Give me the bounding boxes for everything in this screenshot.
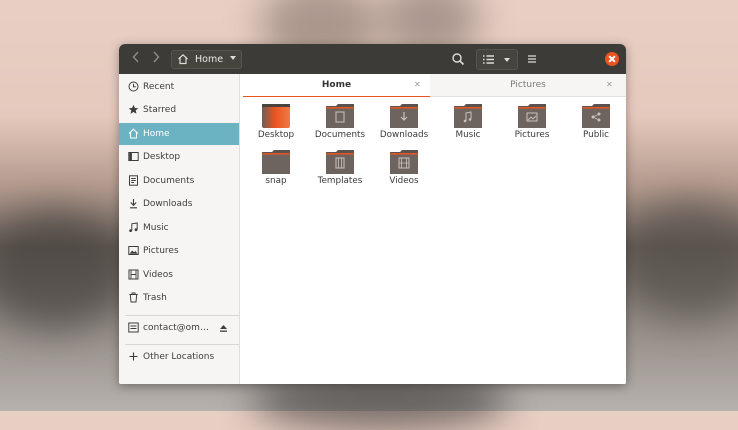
- file-item-desktop[interactable]: Desktop: [245, 102, 307, 148]
- star-icon: [128, 104, 139, 114]
- sidebar-item-starred[interactable]: Starred: [119, 99, 239, 121]
- sidebar-item-label: Music: [143, 223, 169, 233]
- file-label: Downloads: [379, 130, 429, 140]
- wallpaper-shape: [620, 200, 738, 320]
- view-toggle-button[interactable]: [476, 49, 518, 70]
- clock-icon: [128, 81, 139, 92]
- menu-icon[interactable]: [525, 52, 539, 66]
- tab-label: Home: [321, 80, 352, 90]
- file-item-templates[interactable]: Templates: [309, 148, 371, 194]
- sidebar-item-label: Desktop: [143, 152, 181, 162]
- account-icon: [128, 322, 139, 333]
- trash-icon: [129, 292, 138, 303]
- tab-pictures[interactable]: Pictures ✕: [430, 74, 626, 96]
- close-button[interactable]: [605, 52, 619, 66]
- sidebar-item-downloads[interactable]: Downloads: [119, 193, 239, 215]
- sidebar-item-account[interactable]: contact@om…: [119, 317, 239, 339]
- list-view-icon: [483, 55, 494, 64]
- file-item-music[interactable]: Music: [437, 102, 499, 148]
- home-icon: [128, 128, 139, 139]
- file-label: Music: [455, 130, 481, 140]
- sidebar-item-desktop[interactable]: Desktop: [119, 146, 239, 168]
- sidebar-item-label: Recent: [143, 82, 175, 92]
- sidebar-item-recent[interactable]: Recent: [119, 76, 239, 98]
- back-button[interactable]: [127, 51, 145, 67]
- music-folder-icon: [454, 104, 482, 128]
- forward-button[interactable]: [147, 51, 165, 67]
- picture-icon: [128, 246, 139, 255]
- file-label: Templates: [317, 176, 363, 186]
- path-bar-home[interactable]: Home: [171, 50, 242, 69]
- eject-icon[interactable]: [219, 324, 228, 333]
- sidebar-item-music[interactable]: Music: [119, 217, 239, 239]
- close-icon[interactable]: ✕: [606, 74, 613, 96]
- sidebar-item-label: Other Locations: [143, 352, 215, 362]
- file-item-pictures[interactable]: Pictures: [501, 102, 563, 148]
- sidebar-item-label: Home: [143, 129, 170, 139]
- sidebar-item-label: Videos: [143, 270, 173, 280]
- chevron-left-icon: [132, 51, 139, 63]
- file-item-videos[interactable]: Videos: [373, 148, 435, 194]
- close-icon[interactable]: ✕: [414, 74, 421, 96]
- chevron-down-icon: [504, 58, 510, 62]
- sidebar-divider: [125, 315, 239, 316]
- sidebar-item-documents[interactable]: Documents: [119, 170, 239, 192]
- wallpaper-shape: [0, 210, 130, 330]
- file-label: Documents: [314, 130, 366, 140]
- sidebar: Recent Starred Home Desktop Documents Do…: [119, 74, 240, 384]
- documents-folder-icon: [326, 104, 354, 128]
- file-item-public[interactable]: Public: [565, 102, 626, 148]
- sidebar-item-label: Documents: [143, 176, 195, 186]
- files-window: Home Recent Starred Home Desktop Documen…: [119, 44, 626, 384]
- templates-folder-icon: [326, 150, 354, 174]
- downloads-folder-icon: [390, 104, 418, 128]
- path-label: Home: [195, 54, 224, 65]
- music-icon: [129, 222, 138, 232]
- plus-icon: [129, 352, 138, 361]
- file-label: Videos: [389, 176, 419, 186]
- sidebar-item-videos[interactable]: Videos: [119, 264, 239, 286]
- pictures-folder-icon: [518, 104, 546, 128]
- chevron-right-icon: [153, 51, 160, 63]
- folder-icon: [262, 150, 290, 174]
- sidebar-item-label: Downloads: [143, 199, 193, 209]
- file-item-snap[interactable]: snap: [245, 148, 307, 194]
- sidebar-divider: [125, 344, 239, 345]
- download-icon: [130, 199, 137, 209]
- sidebar-item-label: Trash: [143, 293, 167, 303]
- document-icon: [129, 175, 138, 186]
- file-item-documents[interactable]: Documents: [309, 102, 371, 148]
- tab-home[interactable]: Home ✕: [243, 74, 430, 98]
- file-grid: Desktop Documents Downloads Music Pictur…: [243, 97, 626, 384]
- tab-label: Pictures: [510, 80, 546, 90]
- public-folder-icon: [582, 104, 610, 128]
- sidebar-item-other-locations[interactable]: Other Locations: [119, 346, 239, 368]
- file-item-downloads[interactable]: Downloads: [373, 102, 435, 148]
- sidebar-item-pictures[interactable]: Pictures: [119, 240, 239, 262]
- sidebar-item-label: Starred: [143, 105, 177, 115]
- file-label: Desktop: [257, 130, 295, 140]
- file-label: Public: [582, 130, 610, 140]
- videos-folder-icon: [390, 150, 418, 174]
- chevron-down-icon: [230, 56, 236, 60]
- search-icon[interactable]: [451, 52, 465, 66]
- sidebar-item-label: Pictures: [143, 246, 179, 256]
- sidebar-item-home[interactable]: Home: [119, 123, 239, 145]
- home-icon: [178, 53, 188, 65]
- file-label: Pictures: [514, 130, 550, 140]
- desktop-icon: [128, 152, 139, 161]
- tab-bar: Home ✕ Pictures ✕: [243, 74, 626, 98]
- file-label: snap: [265, 176, 287, 186]
- desktop-folder-icon: [262, 104, 290, 128]
- sidebar-item-trash[interactable]: Trash: [119, 287, 239, 309]
- sidebar-item-label: contact@om…: [143, 323, 209, 333]
- header-bar: Home: [119, 44, 626, 74]
- video-icon: [128, 269, 139, 280]
